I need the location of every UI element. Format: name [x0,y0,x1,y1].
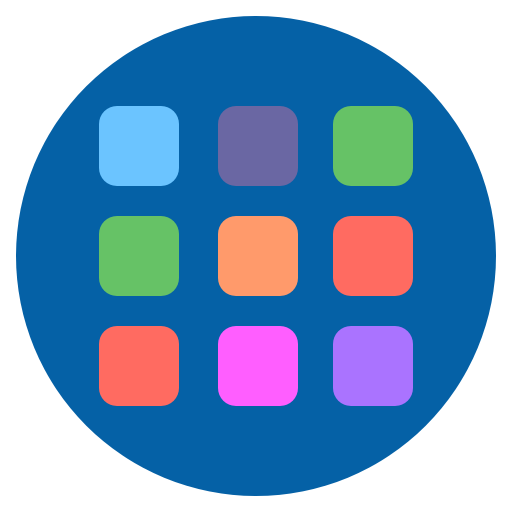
tile-green-icon [99,216,179,296]
tile-coral-icon [333,216,413,296]
tile-coral-icon [99,326,179,406]
tile-magenta-icon [218,326,298,406]
tile-slate-purple-icon [218,106,298,186]
tile-violet-icon [333,326,413,406]
tile-light-blue-icon [99,106,179,186]
tile-orange-icon [218,216,298,296]
tile-green-icon [333,106,413,186]
app-grid-icon [0,0,512,512]
